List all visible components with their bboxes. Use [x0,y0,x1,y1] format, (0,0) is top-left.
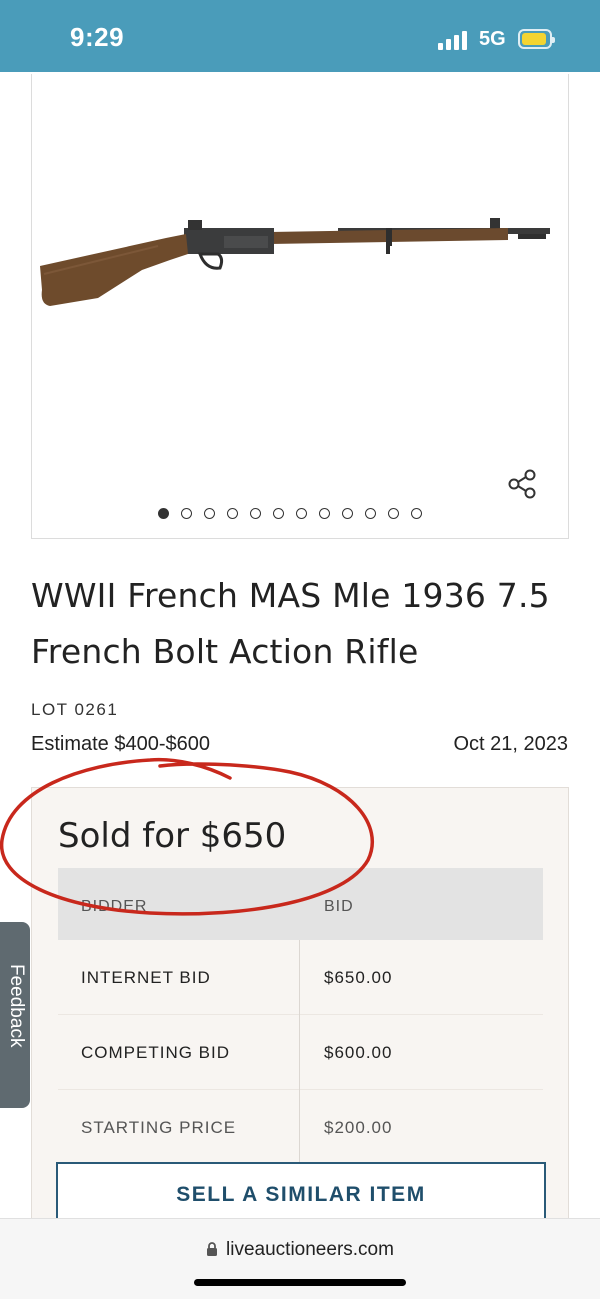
home-indicator[interactable] [194,1279,406,1286]
sold-panel: Sold for $650 BIDDER BID INTERNET BID $6… [31,787,569,1227]
bidder-header: BIDDER [81,898,148,915]
table-row: INTERNET BID $650.00 [58,940,543,1015]
table-row: COMPETING BID $600.00 [58,1015,543,1090]
bidder-cell: STARTING PRICE [81,1118,237,1137]
lock-icon [207,1242,218,1256]
network-type: 5G [479,28,506,50]
gallery-dot[interactable] [296,508,307,519]
gallery-dot[interactable] [273,508,284,519]
lot-title: WWII French MAS Mle 1936 7.5 French Bolt… [31,576,550,671]
status-time: 9:29 [70,22,125,52]
feedback-label: Feedback [6,964,27,1048]
url-text: liveauctioneers.com [226,1239,394,1260]
bid-header: BID [324,898,354,915]
gallery-dot[interactable] [158,508,169,519]
gallery-dot[interactable] [342,508,353,519]
sold-price: Sold for $650 [58,816,287,856]
url-display[interactable]: liveauctioneers.com [0,1239,600,1261]
browser-bar[interactable]: liveauctioneers.com [0,1218,600,1299]
bid-cell: $200.00 [324,1118,393,1137]
column-divider [299,940,300,1162]
rifle-image [40,218,550,306]
bid-cell: $600.00 [324,1043,393,1062]
table-header: BIDDER BID [58,868,543,940]
gallery-dot[interactable] [204,508,215,519]
gallery-pagination[interactable] [158,508,422,522]
image-gallery[interactable] [31,74,569,539]
gallery-dot[interactable] [388,508,399,519]
gallery-dot[interactable] [365,508,376,519]
bidder-cell: COMPETING BID [81,1043,231,1062]
gallery-dot[interactable] [250,508,261,519]
bidder-cell: INTERNET BID [81,968,211,987]
bid-history-table: BIDDER BID INTERNET BID $650.00 COMPETIN… [58,868,543,1165]
gallery-dot[interactable] [411,508,422,519]
gallery-dot[interactable] [319,508,330,519]
sell-similar-button[interactable]: SELL A SIMILAR ITEM [56,1162,546,1226]
gallery-dot[interactable] [181,508,192,519]
auction-date: Oct 21, 2023 [453,733,568,755]
feedback-tab[interactable]: Feedback [0,922,30,1108]
gallery-dot[interactable] [227,508,238,519]
status-bar: 9:29 5G [0,0,600,72]
share-icon[interactable] [506,468,538,500]
table-row: STARTING PRICE $200.00 [58,1090,543,1165]
battery-icon [518,29,555,49]
lot-number: LOT 0261 [31,700,119,719]
estimate: Estimate $400-$600 [31,733,211,755]
bid-cell: $650.00 [324,968,393,987]
signal-icon [438,30,470,50]
